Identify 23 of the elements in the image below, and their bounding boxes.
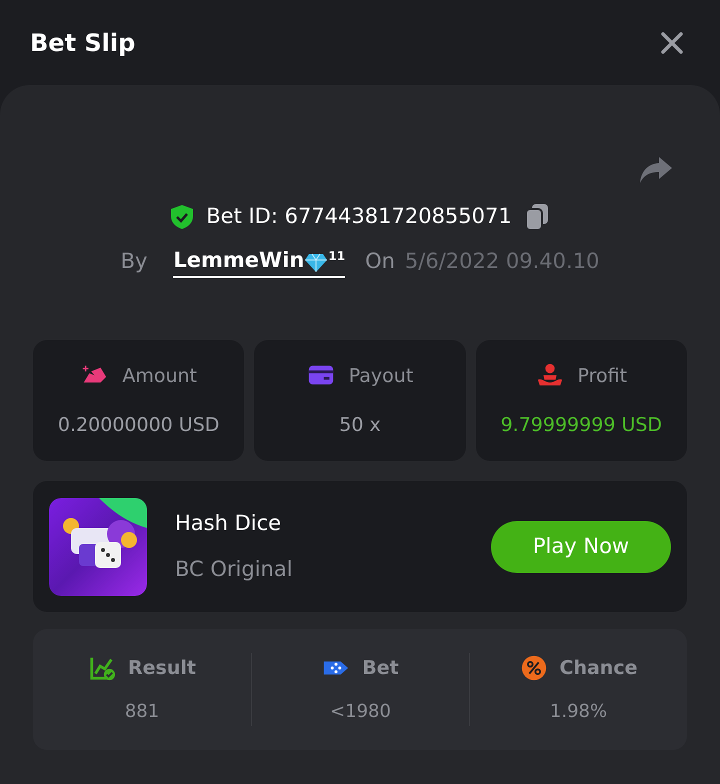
stat-value: 50 x [339, 412, 381, 438]
game-name: Hash Dice [175, 510, 282, 537]
bet-id: Bet ID: 67744381720855071 [206, 203, 512, 230]
detail-label: Bet [362, 656, 399, 681]
detail-label: Result [128, 656, 196, 681]
stat-value: 9.79999999 USD [500, 412, 662, 438]
share-icon[interactable] [639, 155, 673, 185]
detail-value: 1.98% [550, 700, 608, 724]
dialog-title: Bet Slip [30, 28, 136, 58]
on-label: On [365, 248, 395, 274]
diamond-icon [304, 253, 328, 273]
stat-label: Profit [578, 364, 628, 389]
bet-date: 5/6/2022 09.40.10 [404, 248, 600, 274]
game-provider: BC Original [175, 556, 294, 582]
stat-label: Payout [348, 364, 414, 389]
stat-label: Amount [122, 364, 197, 389]
detail-value: 881 [124, 700, 160, 724]
detail-label: Chance [560, 656, 638, 681]
detail-value: <1980 [330, 700, 391, 724]
by-label: By [120, 248, 148, 274]
percent-icon [520, 654, 548, 682]
stat-value: 0.20000000 USD [58, 412, 220, 438]
shield-check-icon [170, 204, 194, 230]
